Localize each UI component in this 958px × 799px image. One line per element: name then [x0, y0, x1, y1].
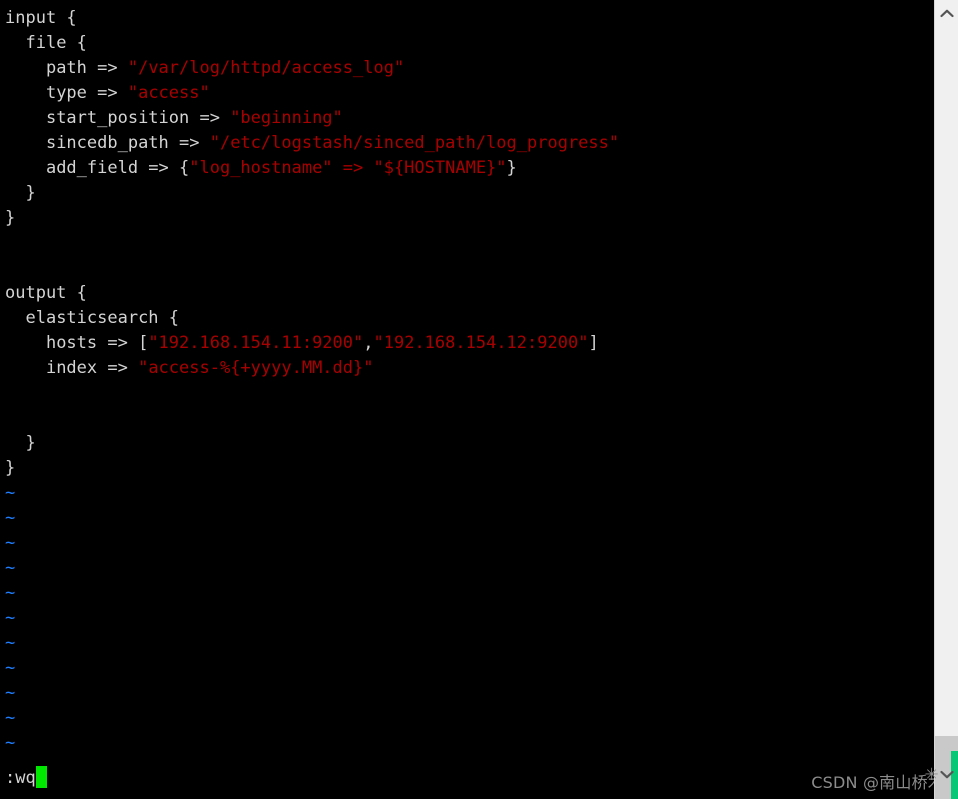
empty-line-marker: ~ — [5, 683, 16, 703]
empty-line-marker: ~ — [5, 558, 16, 578]
editor-line: ~ — [5, 531, 934, 556]
empty-line-marker: ~ — [5, 708, 16, 728]
command-line-text: :wq — [5, 768, 36, 788]
terminal-window: input { file { path => "/var/log/httpd/a… — [0, 0, 958, 799]
sparkle-icon: ✳ — [925, 761, 939, 786]
code-token: input { — [5, 8, 77, 28]
editor-line: } — [5, 456, 934, 481]
chevron-down-icon[interactable] — [935, 763, 958, 785]
code-token: hosts => [ — [45, 333, 149, 353]
chevron-up-icon[interactable] — [935, 2, 958, 24]
editor-line: path => "/var/log/httpd/access_log" — [5, 56, 934, 81]
code-token: start_position => — [45, 108, 231, 128]
code-token: } — [5, 208, 16, 228]
editor-line: ~ — [5, 481, 934, 506]
editor-line: ~ — [5, 581, 934, 606]
code-token: elasticsearch { — [25, 308, 180, 328]
editor-line: sincedb_path => "/etc/logstash/sinced_pa… — [5, 131, 934, 156]
string-token: "access-%{+yyyy.MM.dd}" — [138, 358, 374, 378]
empty-line-marker: ~ — [5, 533, 16, 553]
empty-line-marker: ~ — [5, 658, 16, 678]
vim-command-line[interactable]: :wq — [5, 766, 47, 791]
editor-line: ~ — [5, 681, 934, 706]
code-token: } — [25, 183, 36, 203]
editor-line: ~ — [5, 706, 934, 731]
string-token: "log_hostname" => "${HOSTNAME}" — [189, 158, 507, 178]
editor-line: ~ — [5, 506, 934, 531]
editor-line: file { — [5, 31, 934, 56]
code-token: file { — [25, 33, 87, 53]
editor-line: input { — [5, 6, 934, 31]
empty-line-marker: ~ — [5, 733, 16, 753]
string-token: "192.168.154.12:9200" — [373, 333, 589, 353]
string-token: "access" — [127, 83, 210, 103]
code-token: ] — [588, 333, 599, 353]
empty-line-marker: ~ — [5, 633, 16, 653]
string-token: "/var/log/httpd/access_log" — [127, 58, 405, 78]
code-token: type => — [45, 83, 128, 103]
empty-line-marker: ~ — [5, 583, 16, 603]
editor-line: } — [5, 206, 934, 231]
editor-line: ~ — [5, 731, 934, 756]
editor-line: } — [5, 431, 934, 456]
editor-line: add_field => {"log_hostname" => "${HOSTN… — [5, 156, 934, 181]
code-token: sincedb_path => — [45, 133, 210, 153]
editor-line: ~ — [5, 556, 934, 581]
empty-line-marker: ~ — [5, 508, 16, 528]
editor-line: start_position => "beginning" — [5, 106, 934, 131]
text-cursor — [35, 766, 47, 788]
editor-line: } — [5, 181, 934, 206]
editor-line: ~ — [5, 606, 934, 631]
scrollbar[interactable]: ✳ — [925, 0, 958, 799]
editor-line: index => "access-%{+yyyy.MM.dd}" — [5, 356, 934, 381]
string-token: "192.168.154.11:9200" — [148, 333, 364, 353]
empty-line-marker: ~ — [5, 483, 16, 503]
string-token: "beginning" — [230, 108, 343, 128]
code-token: add_field => { — [45, 158, 190, 178]
code-token: , — [363, 333, 374, 353]
editor-line: ~ — [5, 656, 934, 681]
editor-line: type => "access" — [5, 81, 934, 106]
vim-editor-buffer[interactable]: input { file { path => "/var/log/httpd/a… — [0, 0, 934, 799]
editor-line: ~ — [5, 631, 934, 656]
editor-line: elasticsearch { — [5, 306, 934, 331]
code-token: output { — [5, 283, 87, 303]
empty-line-marker: ~ — [5, 608, 16, 628]
editor-line: output { — [5, 281, 934, 306]
code-token: } — [25, 433, 36, 453]
code-token: } — [5, 458, 16, 478]
code-token: index => — [45, 358, 139, 378]
editor-line: hosts => ["192.168.154.11:9200","192.168… — [5, 331, 934, 356]
code-token: path => — [45, 58, 128, 78]
string-token: "/etc/logstash/sinced_path/log_progress" — [209, 133, 620, 153]
code-token: } — [506, 158, 517, 178]
